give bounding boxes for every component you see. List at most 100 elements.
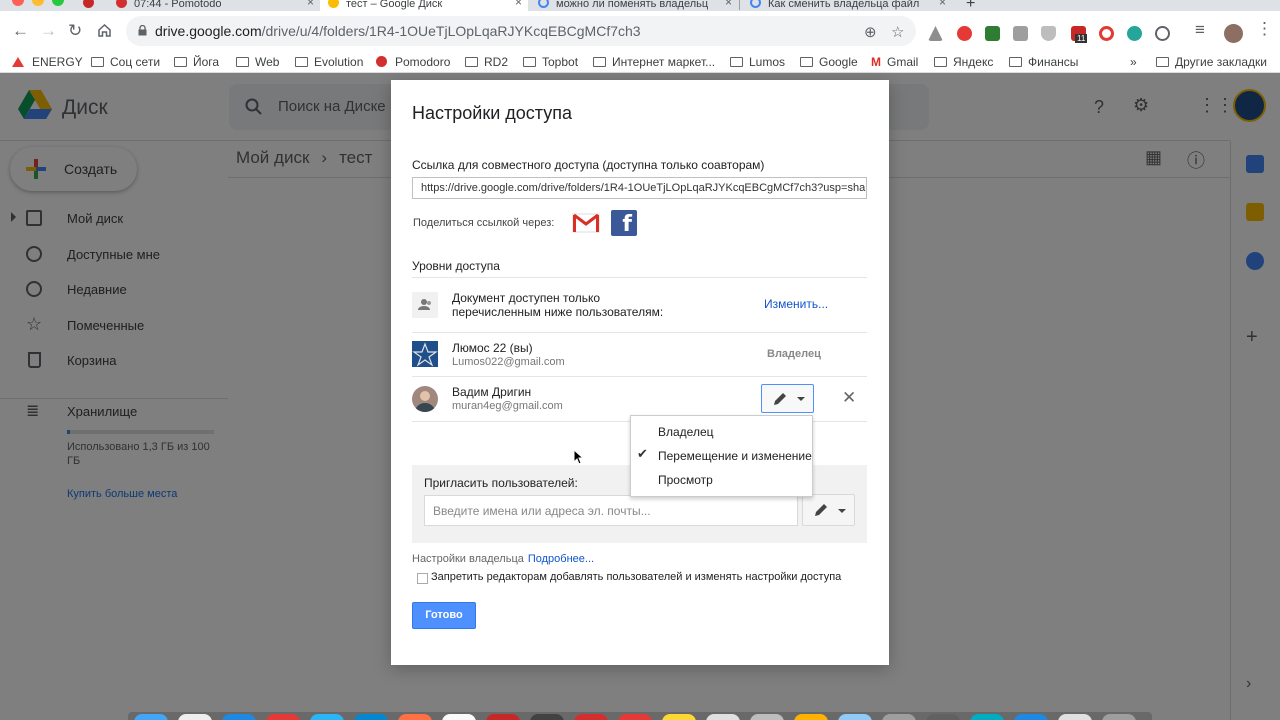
gmail-icon: M bbox=[871, 55, 881, 69]
dock-app-icon[interactable] bbox=[926, 714, 960, 720]
minimize-window-button[interactable] bbox=[32, 0, 44, 6]
add-circle-icon[interactable]: ⊕ bbox=[864, 23, 877, 41]
bookmarks-overflow-button[interactable]: » bbox=[1130, 55, 1137, 69]
extension-calendar-icon[interactable]: 11 bbox=[1071, 26, 1088, 43]
bookmark-rd2[interactable]: RD2 bbox=[465, 55, 508, 69]
dock-app-icon[interactable] bbox=[662, 714, 696, 720]
dock-app-icon[interactable] bbox=[486, 714, 520, 720]
extension-sync-icon[interactable] bbox=[1155, 26, 1170, 41]
bookmark-gmail[interactable]: M Gmail bbox=[871, 55, 918, 69]
facebook-share-icon[interactable]: f bbox=[611, 210, 637, 237]
new-tab-button[interactable]: + bbox=[958, 0, 988, 11]
dock-app-icon[interactable] bbox=[618, 714, 652, 720]
dock-app-icon[interactable] bbox=[266, 714, 300, 720]
bookmark-soc[interactable]: Соц сети bbox=[91, 55, 160, 69]
folder-icon bbox=[523, 57, 536, 67]
bookmarks-bar: ENERGY Соц сети Йога Web Evolution Pomod… bbox=[0, 51, 1280, 73]
owner-settings-label: Настройки владельца bbox=[412, 553, 524, 565]
close-window-button[interactable] bbox=[12, 0, 24, 6]
dock-app-icon[interactable] bbox=[838, 714, 872, 720]
browser-tab-search-1[interactable]: можно ли поменять владельц × bbox=[530, 0, 738, 11]
address-bar[interactable]: drive.google.com/drive/u/4/folders/1R4-1… bbox=[126, 16, 916, 46]
bookmark-lumos[interactable]: Lumos bbox=[730, 55, 785, 69]
extension-shield-icon[interactable] bbox=[1041, 26, 1056, 41]
extension-drive-icon[interactable] bbox=[928, 26, 943, 41]
done-button[interactable]: Готово bbox=[412, 602, 476, 629]
close-tab-icon[interactable]: × bbox=[939, 0, 946, 8]
bookmark-star-icon[interactable]: ☆ bbox=[891, 23, 904, 41]
extension-teal-icon[interactable] bbox=[1127, 26, 1142, 41]
restrict-editors-checkbox[interactable] bbox=[417, 573, 428, 584]
bookmark-label: Финансы bbox=[1028, 55, 1079, 69]
close-tab-icon[interactable]: × bbox=[307, 0, 314, 8]
bookmark-google[interactable]: Google bbox=[800, 55, 858, 69]
restricted-access-icon bbox=[412, 292, 438, 318]
bookmark-yoga[interactable]: Йога bbox=[174, 55, 219, 69]
gmail-share-icon[interactable] bbox=[572, 212, 600, 234]
dock-app-icon[interactable] bbox=[882, 714, 916, 720]
share-link-field[interactable]: https://drive.google.com/drive/folders/1… bbox=[412, 177, 867, 199]
permission-role-menu: Владелец ✔ Перемещение и изменение Просм… bbox=[630, 415, 813, 497]
remove-user-button[interactable]: ✕ bbox=[842, 388, 856, 408]
bookmark-evolution[interactable]: Evolution bbox=[295, 55, 363, 69]
extensions-menu-icon[interactable]: ≡ bbox=[1195, 21, 1205, 38]
zoom-window-button[interactable] bbox=[52, 0, 64, 6]
close-tab-icon[interactable]: × bbox=[725, 0, 732, 8]
menu-item-edit[interactable]: Перемещение и изменение bbox=[658, 449, 812, 463]
divider bbox=[412, 332, 867, 333]
dock-app-icon[interactable] bbox=[1102, 714, 1136, 720]
home-icon[interactable] bbox=[97, 23, 112, 38]
dock-app-icon[interactable] bbox=[794, 714, 828, 720]
other-bookmarks[interactable]: Другие закладки bbox=[1156, 55, 1267, 69]
browser-menu-icon[interactable]: ⋮ bbox=[1256, 20, 1273, 37]
owner-settings-more-link[interactable]: Подробнее... bbox=[528, 553, 594, 565]
bookmark-finance[interactable]: Финансы bbox=[1009, 55, 1078, 69]
dock-app-icon[interactable] bbox=[574, 714, 608, 720]
profile-avatar[interactable] bbox=[1224, 24, 1243, 43]
dock-app-icon[interactable] bbox=[354, 714, 388, 720]
dock-app-icon[interactable] bbox=[750, 714, 784, 720]
bookmark-web[interactable]: Web bbox=[236, 55, 279, 69]
user-permission-dropdown[interactable] bbox=[761, 384, 814, 413]
bookmark-label: Gmail bbox=[887, 55, 919, 69]
dock-app-icon[interactable] bbox=[706, 714, 740, 720]
menu-item-view[interactable]: Просмотр bbox=[658, 473, 713, 487]
restrict-editors-label: Запретить редакторам добавлять пользоват… bbox=[431, 571, 842, 583]
dock-app-icon[interactable] bbox=[310, 714, 344, 720]
bookmark-energy[interactable]: ENERGY bbox=[12, 55, 83, 69]
bookmark-pomodoro[interactable]: Pomodoro bbox=[376, 55, 450, 69]
extension-green-icon[interactable] bbox=[985, 26, 1000, 41]
dock-app-icon[interactable] bbox=[178, 714, 212, 720]
checkmark-icon: ✔ bbox=[637, 446, 648, 461]
browser-tab-search-2[interactable]: Как сменить владельца файл × bbox=[742, 0, 952, 11]
sharing-settings-dialog: Настройки доступа Ссылка для совместного… bbox=[391, 80, 889, 665]
dock-app-icon[interactable] bbox=[134, 714, 168, 720]
browser-tab-drive[interactable]: тест – Google Диск × bbox=[320, 0, 528, 11]
browser-tab-pinned[interactable] bbox=[75, 0, 105, 11]
extension-code-icon[interactable] bbox=[1013, 26, 1028, 41]
dialog-title: Настройки доступа bbox=[412, 103, 572, 123]
dock-app-icon[interactable] bbox=[530, 714, 564, 720]
lock-icon bbox=[138, 25, 147, 36]
reload-icon[interactable]: ↻ bbox=[68, 22, 82, 39]
dock-app-icon[interactable] bbox=[1058, 714, 1092, 720]
bookmark-shop[interactable]: Интернет маркет... bbox=[593, 55, 715, 69]
browser-tab-pomotodo[interactable]: 07:44 - Pomotodo × bbox=[108, 0, 320, 11]
extension-red-ring-icon[interactable] bbox=[1099, 26, 1114, 41]
menu-item-owner[interactable]: Владелец bbox=[658, 425, 714, 439]
forward-arrow-icon[interactable]: → bbox=[40, 22, 57, 39]
dock-app-icon[interactable] bbox=[1014, 714, 1048, 720]
invite-permission-dropdown[interactable] bbox=[802, 494, 855, 526]
dock-app-icon[interactable] bbox=[398, 714, 432, 720]
close-tab-icon[interactable]: × bbox=[515, 0, 522, 8]
bookmark-topbot[interactable]: Topbot bbox=[523, 55, 578, 69]
folder-icon bbox=[295, 57, 308, 67]
back-arrow-icon[interactable]: ← bbox=[12, 22, 29, 39]
bookmark-yandex[interactable]: Яндекс bbox=[934, 55, 993, 69]
dock-app-icon[interactable] bbox=[970, 714, 1004, 720]
dock-app-icon[interactable] bbox=[222, 714, 256, 720]
change-access-link[interactable]: Изменить... bbox=[764, 297, 828, 311]
invite-email-input[interactable]: Введите имена или адреса эл. почты... bbox=[424, 495, 798, 526]
dock-app-icon[interactable] bbox=[442, 714, 476, 720]
extension-opera-icon[interactable] bbox=[957, 26, 972, 41]
